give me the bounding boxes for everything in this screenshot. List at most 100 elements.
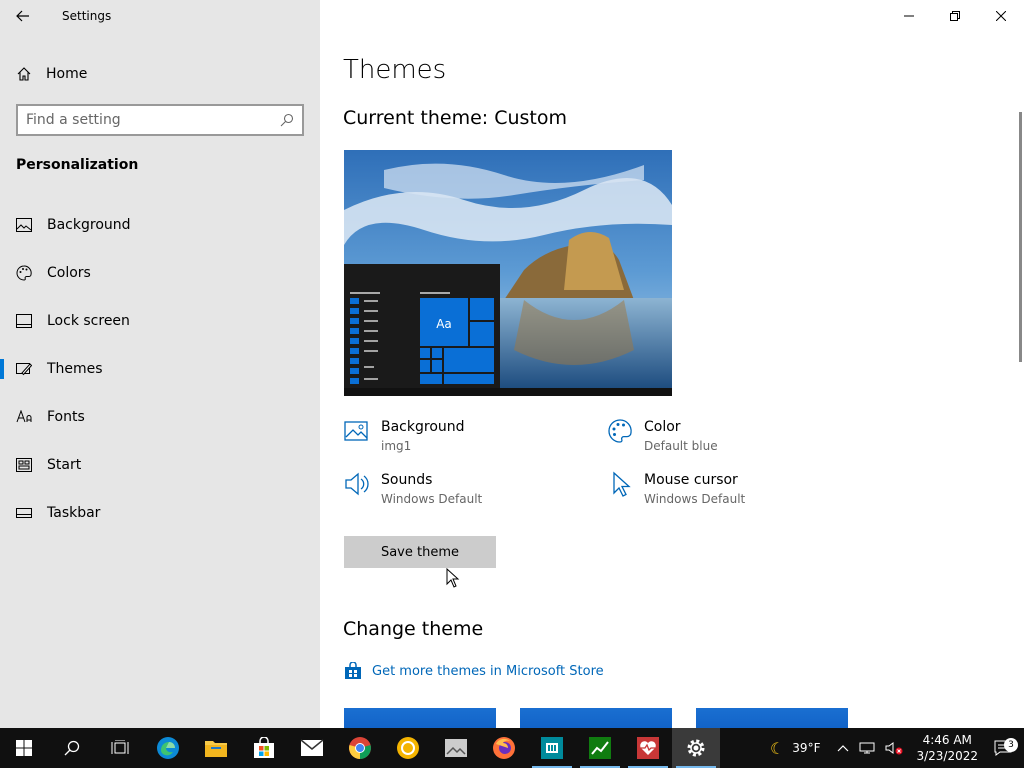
health-app-taskbar-button[interactable] — [624, 728, 672, 768]
store-themes-link[interactable]: Get more themes in Microsoft Store — [344, 662, 604, 680]
settings-taskbar-button[interactable] — [672, 728, 720, 768]
current-theme-label: Current theme: Custom — [343, 107, 568, 129]
action-center-button[interactable]: 3 — [986, 738, 1024, 756]
lock-screen-icon — [16, 313, 32, 329]
app-title: Settings — [62, 9, 112, 23]
windows-logo-icon — [16, 740, 32, 756]
save-theme-button[interactable]: Save theme — [344, 536, 496, 568]
scrollbar[interactable] — [1019, 112, 1022, 362]
mouse-cursor-pointer — [446, 568, 460, 588]
teal-app-taskbar-button[interactable] — [528, 728, 576, 768]
firefox-browser-icon — [493, 737, 515, 759]
taskbar-icon — [16, 505, 32, 521]
back-button[interactable] — [0, 0, 46, 32]
start-button[interactable] — [0, 728, 48, 768]
palette-icon — [608, 419, 632, 443]
speaker-icon — [345, 472, 369, 496]
sidebar-item-lock-screen[interactable]: Lock screen — [0, 297, 320, 345]
theme-thumbnail[interactable] — [344, 708, 496, 728]
color-property[interactable]: Color Default blue — [607, 418, 718, 453]
weather-widget[interactable]: ☾ 39°F — [765, 739, 826, 758]
sidebar-item-taskbar[interactable]: Taskbar — [0, 489, 320, 537]
task-view-button[interactable] — [96, 728, 144, 768]
system-tray: ☾ 39°F 4:46 AM 3/23/2022 3 — [765, 728, 1024, 768]
edge-browser-icon — [157, 737, 179, 759]
color-property-name: Color — [644, 419, 681, 435]
store-link-label: Get more themes in Microsoft Store — [372, 663, 604, 679]
chrome-browser-icon — [349, 737, 371, 759]
close-button[interactable] — [978, 0, 1024, 32]
file-explorer-taskbar-button[interactable] — [192, 728, 240, 768]
taskbar: ☾ 39°F 4:46 AM 3/23/2022 3 — [0, 728, 1024, 768]
show-hidden-icons-button[interactable] — [825, 744, 854, 752]
sounds-property-name: Sounds — [381, 472, 433, 488]
minimize-button[interactable] — [886, 0, 932, 32]
picture-icon — [344, 421, 368, 441]
search-icon[interactable] — [280, 113, 294, 127]
network-button[interactable] — [854, 741, 880, 755]
home-nav-item[interactable]: Home — [0, 56, 320, 92]
window-controls — [886, 0, 1024, 32]
mail-icon — [300, 739, 324, 756]
chart-app-taskbar-button[interactable] — [576, 728, 624, 768]
store-icon — [254, 737, 274, 758]
title-bar: Settings — [0, 0, 320, 32]
search-box[interactable] — [16, 104, 304, 136]
sidebar-item-start[interactable]: Start — [0, 441, 320, 489]
theme-thumbnail[interactable] — [696, 708, 848, 728]
teal-app-icon — [541, 737, 563, 759]
edge-taskbar-button[interactable] — [144, 728, 192, 768]
restore-button[interactable] — [932, 0, 978, 32]
nav-list: Background Colors Lock screen Themes Fon… — [0, 201, 320, 537]
heart-pulse-icon — [637, 737, 659, 759]
theme-preview-image: Aa — [344, 150, 672, 396]
themes-icon — [16, 361, 32, 377]
sidebar-item-colors[interactable]: Colors — [0, 249, 320, 297]
search-icon — [64, 740, 80, 756]
sounds-property[interactable]: Sounds Windows Default — [344, 471, 482, 506]
clock-time: 4:46 AM — [922, 733, 972, 747]
background-property-name: Background — [381, 419, 465, 435]
weather-temperature: 39°F — [792, 741, 821, 755]
sidebar-item-fonts[interactable]: Fonts — [0, 393, 320, 441]
sidebar-item-themes[interactable]: Themes — [0, 345, 320, 393]
chevron-up-icon — [838, 745, 849, 752]
mouse-cursor-property[interactable]: Mouse cursor Windows Default — [607, 471, 745, 506]
sounds-property-value: Windows Default — [381, 492, 483, 506]
mail-taskbar-button[interactable] — [288, 728, 336, 768]
photos-taskbar-button[interactable] — [432, 728, 480, 768]
clock[interactable]: 4:46 AM 3/23/2022 — [908, 732, 986, 764]
sidebar-item-label: Themes — [47, 361, 103, 377]
app-yellow-taskbar-button[interactable] — [384, 728, 432, 768]
volume-button[interactable] — [880, 741, 908, 755]
minimize-icon — [904, 15, 914, 17]
change-theme-heading: Change theme — [343, 618, 484, 640]
theme-preview: Aa — [344, 150, 672, 396]
mouse-cursor-property-name: Mouse cursor — [644, 472, 738, 488]
search-taskbar-button[interactable] — [48, 728, 96, 768]
yellow-circle-app-icon — [397, 737, 419, 759]
speaker-muted-icon — [885, 742, 903, 755]
theme-thumbnail[interactable] — [520, 708, 672, 728]
chrome-taskbar-button[interactable] — [336, 728, 384, 768]
notification-count-badge: 3 — [1004, 738, 1018, 752]
start-icon — [16, 457, 32, 473]
sidebar-item-label: Start — [47, 457, 82, 473]
store-bag-icon — [345, 662, 361, 679]
sidebar-item-label: Fonts — [47, 409, 85, 425]
sidebar-item-label: Lock screen — [47, 313, 130, 329]
store-taskbar-button[interactable] — [240, 728, 288, 768]
sidebar-item-label: Background — [47, 217, 131, 233]
background-property-value: img1 — [381, 439, 412, 453]
folder-icon — [205, 741, 227, 757]
main-content: Themes Current theme: Custom Aa Backgrou… — [320, 0, 1024, 728]
color-property-value: Default blue — [644, 439, 718, 453]
search-input[interactable] — [26, 112, 280, 128]
restore-icon — [950, 11, 960, 21]
firefox-taskbar-button[interactable] — [480, 728, 528, 768]
sidebar-item-label: Colors — [47, 265, 91, 281]
background-property[interactable]: Background img1 — [344, 418, 465, 453]
sidebar-item-background[interactable]: Background — [0, 201, 320, 249]
back-arrow-icon — [16, 10, 29, 22]
mouse-cursor-property-value: Windows Default — [644, 492, 746, 506]
